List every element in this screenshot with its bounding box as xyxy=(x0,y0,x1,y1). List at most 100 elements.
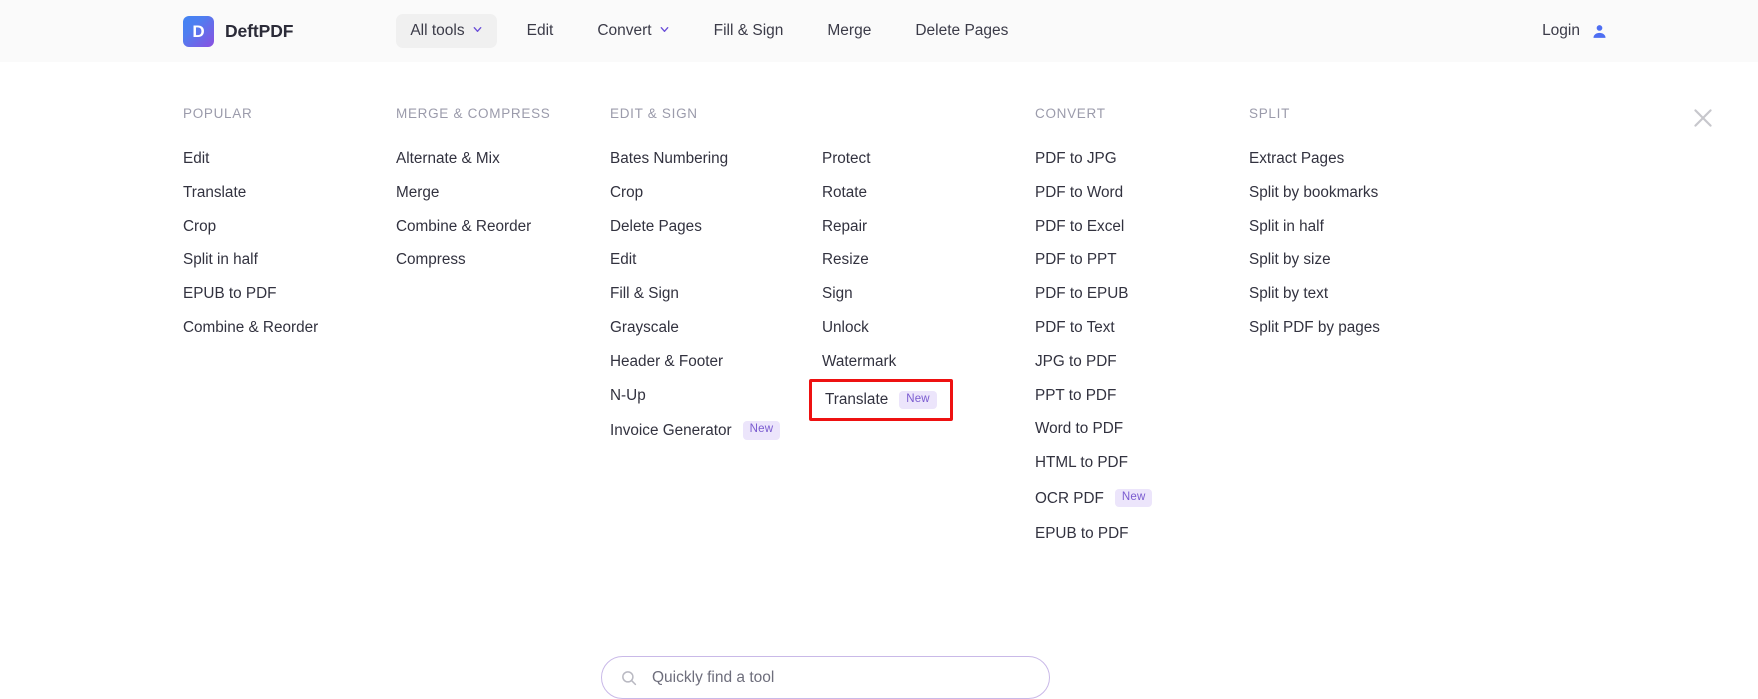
tool-label: Split PDF by pages xyxy=(1249,318,1380,336)
tool-link-epub-to-pdf[interactable]: EPUB to PDF xyxy=(1035,524,1129,542)
tool-link-split-by-size[interactable]: Split by size xyxy=(1249,251,1331,269)
nav-item-all-tools[interactable]: All tools xyxy=(396,14,497,48)
tool-link-epub-to-pdf[interactable]: EPUB to PDF xyxy=(183,285,277,303)
tool-link-extract-pages[interactable]: Extract Pages xyxy=(1249,150,1345,167)
tool-link-rotate[interactable]: Rotate xyxy=(822,183,868,201)
tool-link-pdf-to-word[interactable]: PDF to Word xyxy=(1035,184,1123,200)
tool-link-bates-numbering[interactable]: Bates Numbering xyxy=(610,151,728,167)
chevron-down-icon xyxy=(472,22,483,40)
tool-link-watermark[interactable]: Watermark xyxy=(822,353,896,369)
nav-item-merge[interactable]: Merge xyxy=(813,14,885,48)
tool-label: EPUB to PDF xyxy=(1035,524,1129,542)
tool-link-edit[interactable]: Edit xyxy=(610,252,636,268)
tool-link-header-footer[interactable]: Header & Footer xyxy=(610,352,724,370)
tool-label: Split by text xyxy=(1249,285,1329,303)
tool-label: PPT to PDF xyxy=(1035,386,1117,404)
tool-label: Split by bookmarks xyxy=(1249,183,1379,201)
tool-link-crop[interactable]: Crop xyxy=(183,218,216,234)
nav-item-fill-sign[interactable]: Fill & Sign xyxy=(700,14,798,48)
site-header: D DeftPDF All tools Edit Convert Fill & Sig… xyxy=(0,0,1758,62)
tool-label: N-Up xyxy=(610,386,646,404)
tool-link-crop[interactable]: Crop xyxy=(610,183,644,201)
tool-label: PDF to Excel xyxy=(1035,217,1125,235)
tool-link-compress[interactable]: Compress xyxy=(396,251,466,269)
tool-label: Grayscale xyxy=(610,318,679,336)
tool-link-merge[interactable]: Merge xyxy=(396,184,439,200)
nav-item-edit[interactable]: Edit xyxy=(513,14,568,48)
login-label: Login xyxy=(1542,22,1580,39)
tool-link-translate[interactable]: Translate New xyxy=(809,378,953,422)
tool-label: Crop xyxy=(610,183,644,201)
tool-label: Protect xyxy=(822,150,871,167)
search-box[interactable] xyxy=(601,656,1050,699)
brand-name: DeftPDF xyxy=(225,20,294,41)
tool-label: PDF to JPG xyxy=(1035,150,1117,167)
person-icon xyxy=(1591,23,1608,40)
tool-link-edit[interactable]: Edit xyxy=(183,151,209,167)
chevron-down-icon xyxy=(659,22,670,40)
tool-link-fill-sign[interactable]: Fill & Sign xyxy=(610,286,679,302)
tool-label: Translate xyxy=(825,391,889,409)
brand-logo[interactable]: D DeftPDF xyxy=(183,15,294,47)
tool-link-jpg-to-pdf[interactable]: JPG to PDF xyxy=(1035,352,1117,370)
tool-link-pdf-to-ppt[interactable]: PDF to PPT xyxy=(1035,252,1117,268)
tool-link-pdf-to-epub[interactable]: PDF to EPUB xyxy=(1035,285,1129,303)
deftpdf-logo-icon: D xyxy=(183,15,214,47)
tool-label: Repair xyxy=(822,217,868,235)
tool-label: PDF to EPUB xyxy=(1035,285,1129,303)
nav-item-convert[interactable]: Convert xyxy=(583,14,683,48)
tool-link-split-pdf-by-pages[interactable]: Split PDF by pages xyxy=(1249,318,1380,336)
tool-link-pdf-to-jpg[interactable]: PDF to JPG xyxy=(1035,150,1117,167)
tool-link-alternate-mix[interactable]: Alternate & Mix xyxy=(396,151,500,167)
tool-label: Header & Footer xyxy=(610,352,724,370)
close-icon[interactable] xyxy=(1690,105,1716,131)
main-nav: All tools Edit Convert Fill & Sign Merge Dele… xyxy=(396,14,1022,48)
tool-link-protect[interactable]: Protect xyxy=(822,150,871,167)
tool-link-pdf-to-text[interactable]: PDF to Text xyxy=(1035,318,1115,336)
tool-link-translate[interactable]: Translate xyxy=(183,184,246,200)
tool-label: Compress xyxy=(396,251,466,269)
tool-label: Split by size xyxy=(1249,251,1331,269)
login-button[interactable]: Login xyxy=(1542,22,1608,40)
tool-link-split-by-bookmarks[interactable]: Split by bookmarks xyxy=(1249,183,1379,201)
tool-label: Combine & Reorder xyxy=(396,217,532,235)
column-heading: SPLIT xyxy=(1249,106,1291,121)
tool-link-delete-pages[interactable]: Delete Pages xyxy=(610,218,702,234)
tool-link-split-by-text[interactable]: Split by text xyxy=(1249,285,1329,303)
tool-link-combine-reorder[interactable]: Combine & Reorder xyxy=(183,320,318,336)
tool-link-ppt-to-pdf[interactable]: PPT to PDF xyxy=(1035,386,1117,404)
tool-link-repair[interactable]: Repair xyxy=(822,217,868,235)
column-heading: CONVERT xyxy=(1035,106,1106,121)
column-heading: POPULAR xyxy=(183,106,253,121)
tool-label: Sign xyxy=(822,285,853,303)
nav-item-label: Convert xyxy=(597,22,652,39)
tool-label: Invoice Generator xyxy=(610,421,732,439)
tool-column-popular: POPULAR Edit Translate Crop Split in half EPU… xyxy=(183,106,396,541)
nav-item-delete-pages[interactable]: Delete Pages xyxy=(901,14,1022,48)
tool-link-n-up[interactable]: N-Up xyxy=(610,386,646,404)
tool-link-resize[interactable]: Resize xyxy=(822,252,869,268)
tool-link-combine-reorder[interactable]: Combine & Reorder xyxy=(396,217,532,235)
tool-label: Rotate xyxy=(822,183,868,201)
nav-item-label: Delete Pages xyxy=(915,22,1009,39)
tool-link-html-to-pdf[interactable]: HTML to PDF xyxy=(1035,455,1128,471)
tool-column-merge-compress: MERGE & COMPRESS Alternate & Mix Merge Comb… xyxy=(396,106,610,541)
tool-link-invoice-generator[interactable]: Invoice Generator New xyxy=(610,421,781,440)
tool-link-split-in-half[interactable]: Split in half xyxy=(1249,218,1324,234)
tool-label: PDF to Text xyxy=(1035,318,1115,336)
nav-item-label: Edit xyxy=(526,22,554,39)
tool-link-split-in-half[interactable]: Split in half xyxy=(183,252,258,268)
tool-link-sign[interactable]: Sign xyxy=(822,285,853,303)
tool-label: JPG to PDF xyxy=(1035,352,1117,370)
column-heading: EDIT & SIGN xyxy=(610,106,698,121)
search-input[interactable] xyxy=(652,668,1031,687)
tool-label: Extract Pages xyxy=(1249,150,1345,167)
tool-link-unlock[interactable]: Unlock xyxy=(822,318,869,336)
tool-label: Unlock xyxy=(822,318,869,336)
tool-link-pdf-to-excel[interactable]: PDF to Excel xyxy=(1035,217,1125,235)
nav-item-label: All tools xyxy=(410,22,465,39)
tool-label: EPUB to PDF xyxy=(183,285,277,303)
tool-link-word-to-pdf[interactable]: Word to PDF xyxy=(1035,421,1123,437)
tool-link-grayscale[interactable]: Grayscale xyxy=(610,318,679,336)
tool-link-ocr-pdf[interactable]: OCR PDF New xyxy=(1035,488,1153,508)
